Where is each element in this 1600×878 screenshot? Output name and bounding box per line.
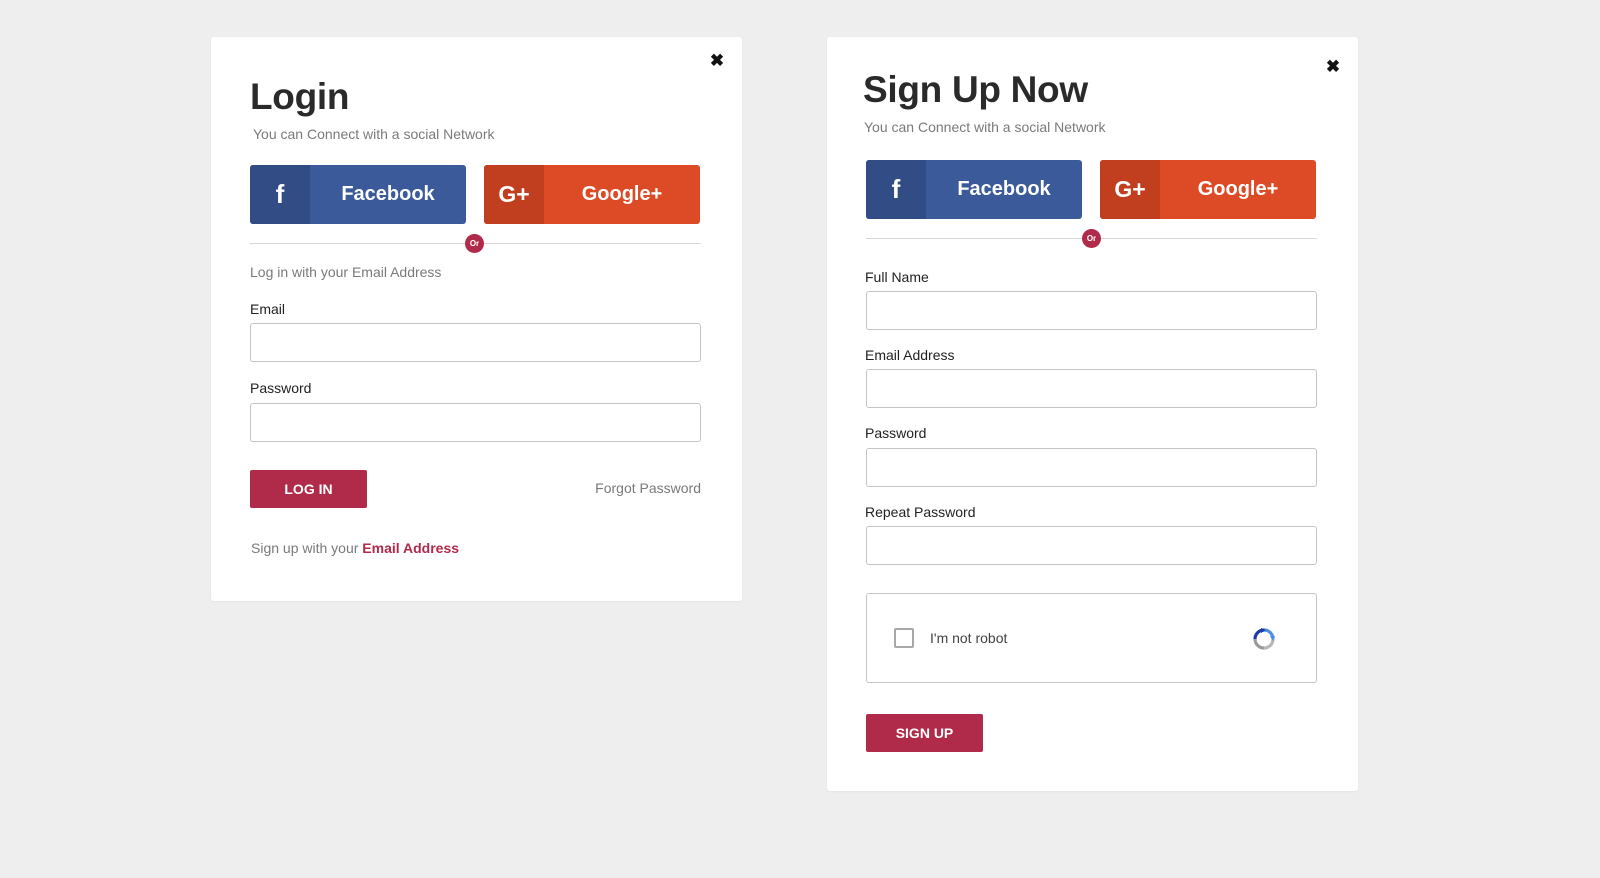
login-facebook-button[interactable]: f Facebook — [250, 165, 466, 224]
login-panel: ✖ Login You can Connect with a social Ne… — [211, 37, 742, 601]
signup-close-icon[interactable]: ✖ — [1324, 57, 1342, 76]
repeat-password-input[interactable] — [866, 526, 1317, 565]
captcha-widget: I'm not robot — [866, 593, 1317, 683]
signup-password-input[interactable] — [866, 448, 1317, 487]
google-plus-icon: G+ — [1100, 160, 1160, 219]
signup-subtitle: You can Connect with a social Network — [864, 119, 1106, 135]
signup-facebook-button[interactable]: f Facebook — [866, 160, 1082, 219]
login-subtitle: You can Connect with a social Network — [253, 126, 495, 142]
signup-panel: ✖ Sign Up Now You can Connect with a soc… — [827, 37, 1358, 791]
captcha-label: I'm not robot — [930, 630, 1008, 646]
facebook-icon: f — [866, 160, 926, 219]
login-title: Login — [250, 76, 350, 117]
forgot-password-link[interactable]: Forgot Password — [595, 480, 701, 496]
signup-prompt-text: Sign up with your — [251, 540, 363, 556]
signup-email-link[interactable]: Email Address — [362, 540, 459, 556]
google-plus-icon: G+ — [484, 165, 544, 224]
login-email-hint: Log in with your Email Address — [250, 264, 442, 280]
captcha-checkbox[interactable] — [894, 628, 914, 648]
facebook-icon: f — [250, 165, 310, 224]
signup-email-label: Email Address — [865, 347, 955, 363]
login-email-label: Email — [250, 301, 286, 317]
signup-google-label: Google+ — [1197, 178, 1279, 200]
repeat-password-label: Repeat Password — [865, 504, 976, 520]
login-password-label: Password — [250, 380, 312, 396]
login-email-input[interactable] — [250, 323, 701, 362]
signup-button[interactable]: SIGN UP — [866, 714, 983, 752]
signup-title: Sign Up Now — [863, 69, 1088, 110]
login-close-icon[interactable]: ✖ — [708, 51, 726, 70]
signup-or-badge: Or — [1082, 229, 1101, 248]
fullname-label: Full Name — [865, 269, 929, 285]
login-google-button[interactable]: G+ Google+ — [484, 165, 700, 224]
recaptcha-icon — [1253, 628, 1275, 650]
signup-password-label: Password — [865, 425, 927, 441]
login-button[interactable]: LOG IN — [250, 470, 367, 508]
signup-facebook-label: Facebook — [957, 178, 1051, 200]
signup-google-button[interactable]: G+ Google+ — [1100, 160, 1316, 219]
login-google-label: Google+ — [581, 183, 663, 205]
login-facebook-label: Facebook — [341, 183, 435, 205]
login-password-input[interactable] — [250, 403, 701, 442]
fullname-input[interactable] — [866, 291, 1317, 330]
signup-email-input[interactable] — [866, 369, 1317, 408]
login-or-badge: Or — [465, 234, 484, 253]
signup-prompt: Sign up with your Email Address — [251, 540, 459, 556]
